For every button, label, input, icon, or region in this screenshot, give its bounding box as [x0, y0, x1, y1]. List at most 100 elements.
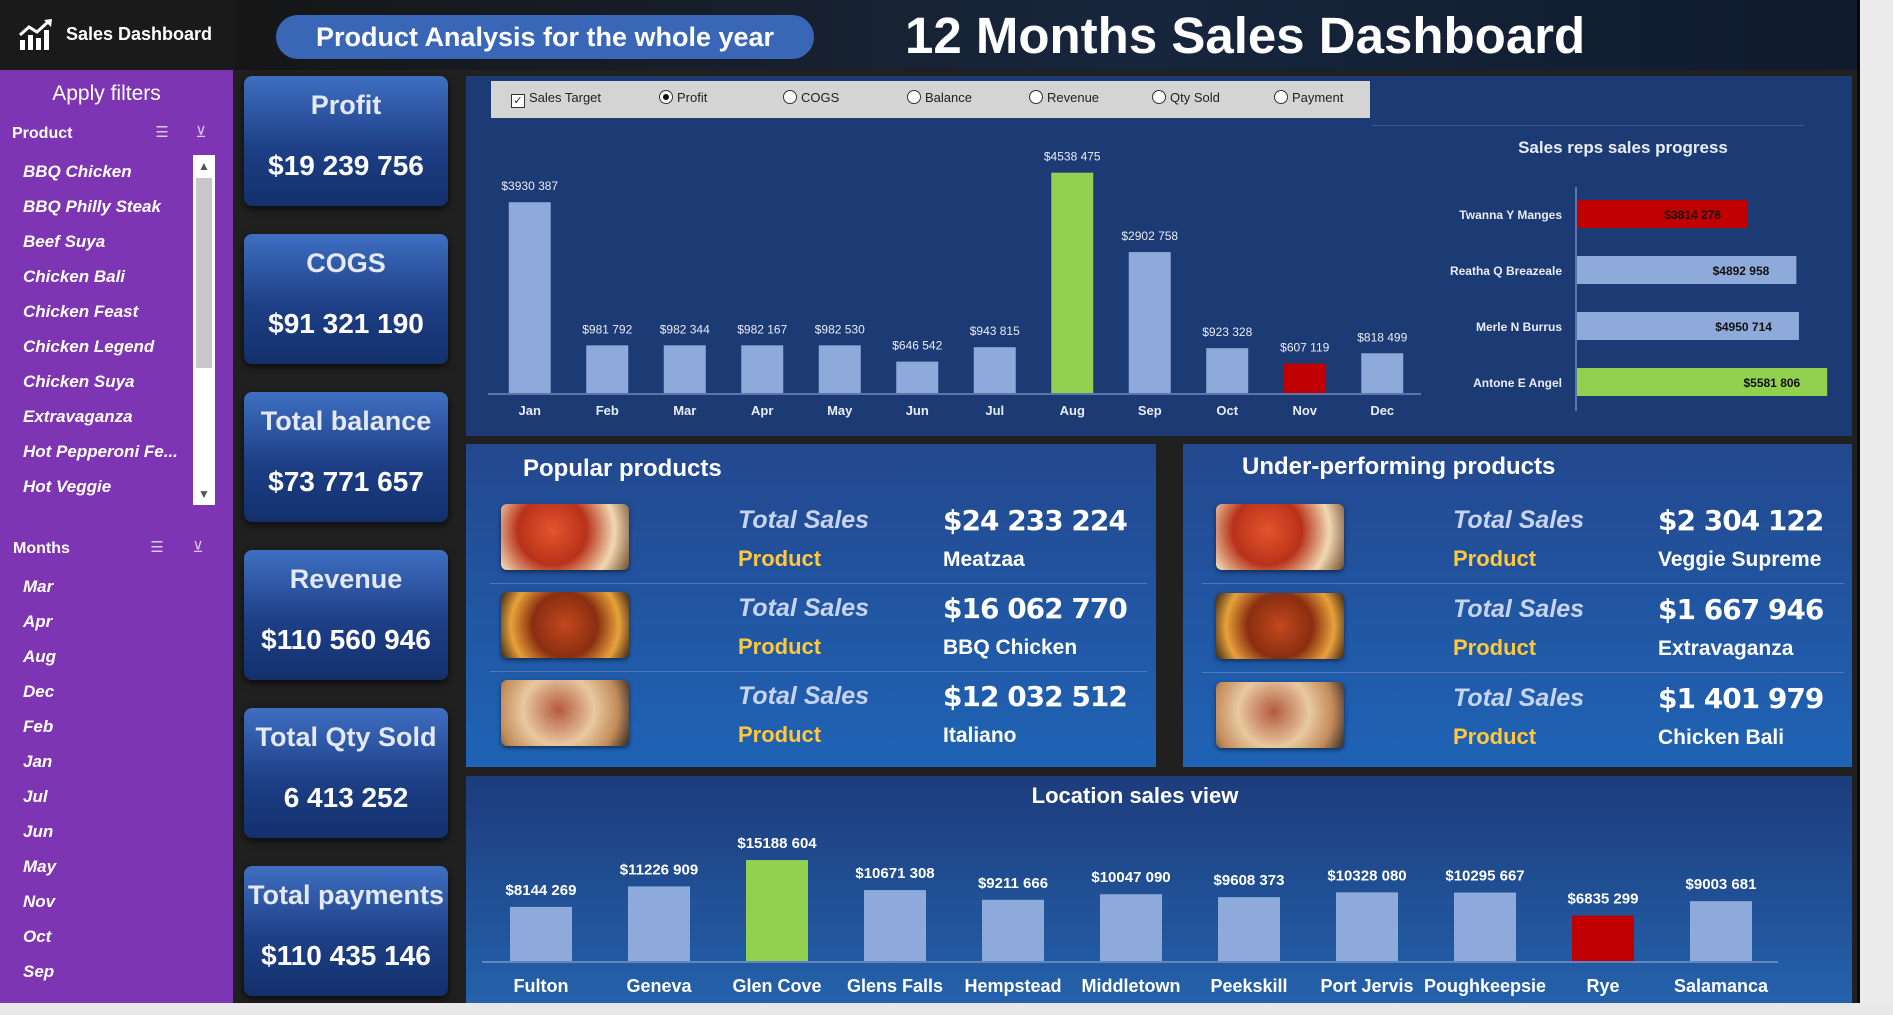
total-sales-label: Total Sales — [738, 682, 870, 710]
reps-chart-title: Sales reps sales progress — [1518, 138, 1728, 157]
multi-select-icon[interactable]: ☰ — [151, 122, 173, 144]
month-slicer-item[interactable]: Dec — [23, 682, 54, 702]
radio-icon[interactable] — [1152, 90, 1166, 104]
row-divider — [490, 671, 1147, 672]
kpi-label: Total balance — [260, 406, 432, 436]
product-slicer-item[interactable]: Chicken Bali — [23, 267, 125, 287]
location-bar — [746, 860, 808, 961]
month-bar-label: $818 499 — [1357, 330, 1407, 344]
kpi-card-balance: Total balance $73 771 657 — [244, 392, 448, 522]
radio-icon[interactable] — [1029, 90, 1043, 104]
radio-balance[interactable]: Balance — [907, 90, 972, 105]
month-tick-label: Dec — [1370, 403, 1394, 418]
location-tick-label: Glen Cove — [732, 976, 821, 996]
month-bar-label: $646 542 — [892, 339, 942, 353]
month-bar-label: $607 119 — [1280, 341, 1329, 355]
location-tick-label: Salamanca — [1674, 976, 1769, 996]
radio-label: Qty Sold — [1170, 90, 1220, 105]
month-bar-label: $981 792 — [582, 322, 632, 336]
product-name: Extravaganza — [1658, 637, 1794, 660]
kpi-value: $110 560 946 — [261, 624, 431, 655]
month-bar — [818, 345, 861, 393]
radio-cogs[interactable]: COGS — [783, 90, 839, 105]
location-bar-label: $9211 666 — [978, 875, 1048, 892]
month-bar-label: $4538 475 — [1044, 150, 1101, 164]
total-sales-value: $24 233 224 — [943, 504, 1128, 537]
product-slicer-item[interactable]: BBQ Chicken — [23, 162, 132, 182]
scrollbar-thumb[interactable] — [196, 178, 212, 368]
sales-target-label: Sales Target — [529, 90, 602, 105]
location-tick-label: Geneva — [626, 976, 692, 996]
chart-trend-icon — [19, 19, 52, 50]
kpi-card-cogs: COGS $91 321 190 — [244, 234, 448, 364]
sales-target-checkbox[interactable]: ✓ Sales Target — [511, 90, 601, 108]
checkbox-icon[interactable]: ✓ — [511, 94, 525, 108]
location-tick-label: Middletown — [1082, 976, 1181, 996]
month-tick-label: Jun — [906, 403, 929, 418]
product-name: Italiano — [943, 724, 1017, 747]
radio-qty-sold[interactable]: Qty Sold — [1152, 90, 1220, 105]
location-tick-label: Hempstead — [964, 976, 1061, 996]
total-sales-label: Total Sales — [1453, 506, 1585, 534]
location-bar — [1690, 901, 1752, 961]
divider — [1372, 125, 1804, 126]
radio-profit[interactable]: Profit — [659, 90, 707, 105]
month-bar-label: $982 344 — [660, 322, 710, 336]
location-tick-label: Peekskill — [1210, 976, 1287, 996]
rep-name-label: Antone E Angel — [1473, 376, 1562, 390]
product-slicer-item[interactable]: Hot Pepperoni Fe... — [23, 442, 178, 462]
rep-value-label: $4892 958 — [1713, 264, 1770, 278]
month-bar-label: $943 815 — [970, 324, 1020, 338]
radio-icon[interactable] — [1274, 90, 1288, 104]
product-slicer-title: Product — [12, 125, 73, 142]
rep-bar — [1577, 200, 1748, 228]
location-bar-label: $8144 269 — [506, 882, 577, 899]
clear-filter-icon[interactable]: ⊻ — [190, 122, 212, 144]
product-label: Product — [738, 546, 822, 571]
location-bar-label: $10047 090 — [1091, 869, 1170, 886]
month-slicer-item[interactable]: Nov — [23, 892, 55, 912]
month-slicer-item[interactable]: Jan — [23, 752, 52, 772]
rep-name-label: Reatha Q Breazeale — [1450, 264, 1562, 278]
radio-icon[interactable] — [907, 90, 921, 104]
product-slicer-item[interactable]: Chicken Feast — [23, 302, 138, 322]
clear-filter-icon[interactable]: ⊻ — [187, 537, 209, 559]
total-sales-value: $2 304 122 — [1658, 504, 1824, 537]
month-slicer-item[interactable]: Sep — [23, 962, 54, 982]
product-slicer-item[interactable]: BBQ Philly Steak — [23, 197, 161, 217]
product-slicer-item[interactable]: Chicken Suya — [23, 372, 135, 392]
kpi-value: $73 771 657 — [268, 466, 424, 497]
total-sales-value: $16 062 770 — [943, 592, 1128, 625]
kpi-card-profit: Profit $19 239 756 — [244, 76, 448, 206]
kpi-label: COGS — [306, 248, 386, 278]
month-bar — [586, 345, 629, 393]
location-tick-label: Fulton — [514, 976, 569, 996]
radio-icon[interactable] — [783, 90, 797, 104]
rep-value-label: $3814 278 — [1664, 208, 1721, 222]
chicken-skewers-photo — [1216, 682, 1344, 748]
month-tick-label: Oct — [1216, 403, 1238, 418]
radio-payment[interactable]: Payment — [1274, 90, 1343, 105]
window-scrollbar[interactable] — [1860, 0, 1893, 1015]
month-slicer-item[interactable]: Mar — [23, 577, 53, 597]
scroll-up-icon[interactable]: ▲ — [193, 155, 215, 177]
product-slicer-item[interactable]: Beef Suya — [23, 232, 105, 252]
month-bar — [1283, 363, 1326, 393]
month-slicer-item[interactable]: Oct — [23, 927, 51, 947]
product-slicer-item[interactable]: Hot Veggie — [23, 477, 111, 497]
pizza-photo — [501, 680, 629, 746]
multi-select-icon[interactable]: ☰ — [146, 537, 168, 559]
product-slicer-item[interactable]: Chicken Legend — [23, 337, 154, 357]
month-slicer-item[interactable]: Aug — [23, 647, 56, 667]
product-slicer-item[interactable]: Extravaganza — [23, 407, 133, 427]
scroll-down-icon[interactable]: ▼ — [193, 483, 215, 505]
month-slicer-item[interactable]: Jul — [23, 787, 48, 807]
product-name: Meatzaa — [943, 548, 1025, 571]
radio-selected-icon[interactable] — [659, 90, 673, 104]
month-slicer-item[interactable]: May — [23, 857, 56, 877]
radio-revenue[interactable]: Revenue — [1029, 90, 1099, 105]
month-slicer-item[interactable]: Feb — [23, 717, 53, 737]
month-slicer-item[interactable]: Jun — [23, 822, 53, 842]
month-slicer-item[interactable]: Apr — [23, 612, 52, 632]
month-bar — [973, 347, 1016, 393]
